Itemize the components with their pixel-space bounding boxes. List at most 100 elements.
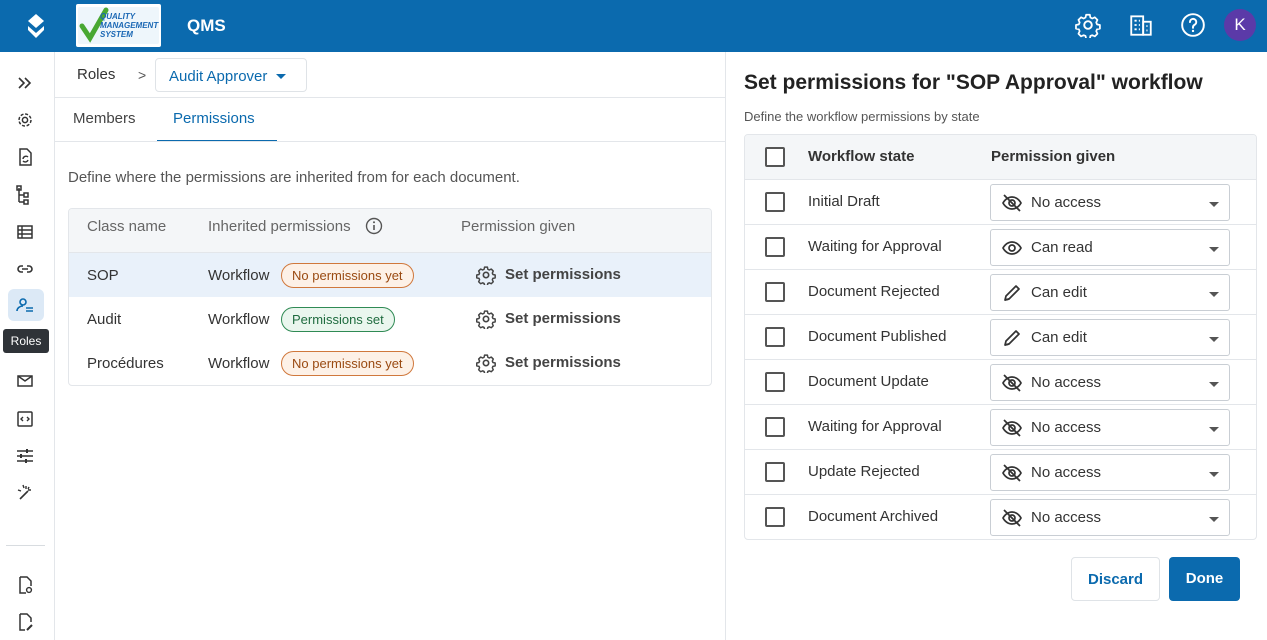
permission-select-value: Can edit bbox=[1031, 329, 1087, 346]
row-checkbox[interactable] bbox=[765, 282, 785, 302]
document-sync-icon[interactable] bbox=[14, 146, 36, 168]
permission-select[interactable]: No access bbox=[990, 454, 1230, 491]
row-checkbox[interactable] bbox=[765, 507, 785, 527]
roles-tooltip: Roles bbox=[3, 329, 49, 353]
settings-icon[interactable] bbox=[14, 109, 36, 131]
workflow-state-label: Document Published bbox=[808, 328, 947, 345]
select-all-checkbox[interactable] bbox=[765, 147, 785, 167]
table-row[interactable]: Procédures Workflow No permissions yet S… bbox=[69, 341, 711, 385]
pencil-icon bbox=[1004, 330, 1020, 346]
pencil-icon bbox=[1004, 285, 1020, 301]
role-dropdown[interactable]: Audit Approver bbox=[155, 58, 307, 92]
breadcrumb-separator: > bbox=[138, 67, 147, 83]
set-permissions-button[interactable]: Set permissions bbox=[505, 266, 621, 283]
sliders-icon[interactable] bbox=[14, 445, 36, 467]
permission-select[interactable]: No access bbox=[990, 499, 1230, 536]
link-icon[interactable] bbox=[14, 258, 36, 280]
status-badge: No permissions yet bbox=[281, 351, 414, 376]
permission-select-value: Can read bbox=[1031, 239, 1093, 256]
roles-icon[interactable] bbox=[14, 294, 36, 316]
eye-off-icon bbox=[1002, 464, 1022, 482]
info-icon[interactable] bbox=[365, 217, 383, 235]
permission-select-value: No access bbox=[1031, 419, 1102, 436]
row-checkbox[interactable] bbox=[765, 417, 785, 437]
row-checkbox[interactable] bbox=[765, 192, 785, 212]
inherited-cell: Workflow bbox=[208, 311, 270, 328]
permission-select[interactable]: No access bbox=[990, 409, 1230, 446]
permission-select[interactable]: Can read bbox=[990, 229, 1230, 266]
row-checkbox[interactable] bbox=[765, 237, 785, 257]
chevron-down-icon bbox=[1209, 292, 1219, 297]
main-content: Roles > Audit Approver Members Permissio… bbox=[55, 52, 726, 640]
permission-select-value: Can edit bbox=[1031, 284, 1087, 301]
set-permissions-button[interactable]: Set permissions bbox=[505, 354, 621, 371]
panel-title: Set permissions for "SOP Approval" workf… bbox=[744, 71, 1203, 94]
table-row: Waiting for Approval No access bbox=[745, 405, 1256, 450]
settings-gear-icon[interactable] bbox=[1075, 12, 1101, 38]
gear-icon bbox=[476, 354, 496, 373]
tab-permissions[interactable]: Permissions bbox=[173, 110, 255, 127]
table-row: Waiting for Approval Can read bbox=[745, 225, 1256, 270]
gear-icon bbox=[476, 266, 496, 285]
inherited-cell: Workflow bbox=[208, 355, 270, 372]
row-checkbox[interactable] bbox=[765, 372, 785, 392]
building-icon[interactable] bbox=[1128, 12, 1154, 38]
class-name-cell: SOP bbox=[87, 267, 119, 284]
table-header: Class name Inherited permissions Permiss… bbox=[69, 209, 711, 253]
document-edit-icon[interactable] bbox=[14, 611, 36, 633]
user-avatar[interactable]: K bbox=[1224, 9, 1256, 41]
expand-icon[interactable] bbox=[14, 72, 36, 94]
set-permissions-button[interactable]: Set permissions bbox=[505, 310, 621, 327]
mail-icon[interactable] bbox=[14, 370, 36, 392]
workflow-state-label: Document Update bbox=[808, 373, 929, 390]
gear-icon bbox=[476, 310, 496, 329]
permissions-description: Define where the permissions are inherit… bbox=[68, 169, 520, 186]
breadcrumb-divider bbox=[55, 97, 726, 98]
eye-icon bbox=[1002, 241, 1022, 255]
done-button[interactable]: Done bbox=[1169, 557, 1240, 601]
eye-off-icon bbox=[1002, 419, 1022, 437]
chevron-down-icon bbox=[1209, 202, 1219, 207]
sidebar: Roles bbox=[0, 52, 55, 640]
code-icon[interactable] bbox=[14, 408, 36, 430]
tab-members[interactable]: Members bbox=[73, 110, 136, 127]
permission-select-value: No access bbox=[1031, 509, 1102, 526]
table-row: Document Archived No access bbox=[745, 495, 1256, 539]
status-badge: No permissions yet bbox=[281, 263, 414, 288]
workflow-state-label: Document Rejected bbox=[808, 283, 940, 300]
chevron-down-icon bbox=[1209, 337, 1219, 342]
class-name-cell: Audit bbox=[87, 311, 122, 328]
table-row[interactable]: Audit Workflow Permissions set Set permi… bbox=[69, 297, 711, 341]
app-logo-icon[interactable] bbox=[22, 12, 50, 40]
role-dropdown-value: Audit Approver bbox=[169, 68, 268, 85]
qms-logo-image: QUALITY MANAGEMENT SYSTEM bbox=[78, 7, 159, 44]
row-checkbox[interactable] bbox=[765, 462, 785, 482]
chevron-down-icon bbox=[1209, 517, 1219, 522]
panel-subtitle: Define the workflow permissions by state bbox=[744, 109, 980, 124]
permission-select[interactable]: Can edit bbox=[990, 319, 1230, 356]
document-settings-icon[interactable] bbox=[14, 574, 36, 596]
chevron-down-icon bbox=[1209, 472, 1219, 477]
list-icon[interactable] bbox=[14, 221, 36, 243]
breadcrumb-roles[interactable]: Roles bbox=[77, 66, 115, 83]
hierarchy-icon[interactable] bbox=[14, 184, 36, 206]
help-icon[interactable] bbox=[1180, 12, 1206, 38]
discard-button[interactable]: Discard bbox=[1071, 557, 1160, 601]
eye-off-icon bbox=[1002, 509, 1022, 527]
permission-select[interactable]: Can edit bbox=[990, 274, 1230, 311]
chevron-down-icon bbox=[1209, 247, 1219, 252]
table-row: Document Published Can edit bbox=[745, 315, 1256, 360]
column-permission-given: Permission given bbox=[461, 218, 576, 235]
table-row: Update Rejected No access bbox=[745, 450, 1256, 495]
svg-text:MANAGEMENT: MANAGEMENT bbox=[100, 21, 159, 30]
workflow-state-label: Update Rejected bbox=[808, 463, 920, 480]
table-row: Document Update No access bbox=[745, 360, 1256, 405]
magic-wand-icon[interactable] bbox=[14, 482, 36, 504]
table-row[interactable]: SOP Workflow No permissions yet Set perm… bbox=[69, 253, 711, 297]
top-bar: QUALITY MANAGEMENT SYSTEM QMS K bbox=[0, 0, 1267, 52]
permission-select-value: No access bbox=[1031, 194, 1102, 211]
permission-select[interactable]: No access bbox=[990, 184, 1230, 221]
eye-off-icon bbox=[1002, 374, 1022, 392]
permission-select[interactable]: No access bbox=[990, 364, 1230, 401]
row-checkbox[interactable] bbox=[765, 327, 785, 347]
